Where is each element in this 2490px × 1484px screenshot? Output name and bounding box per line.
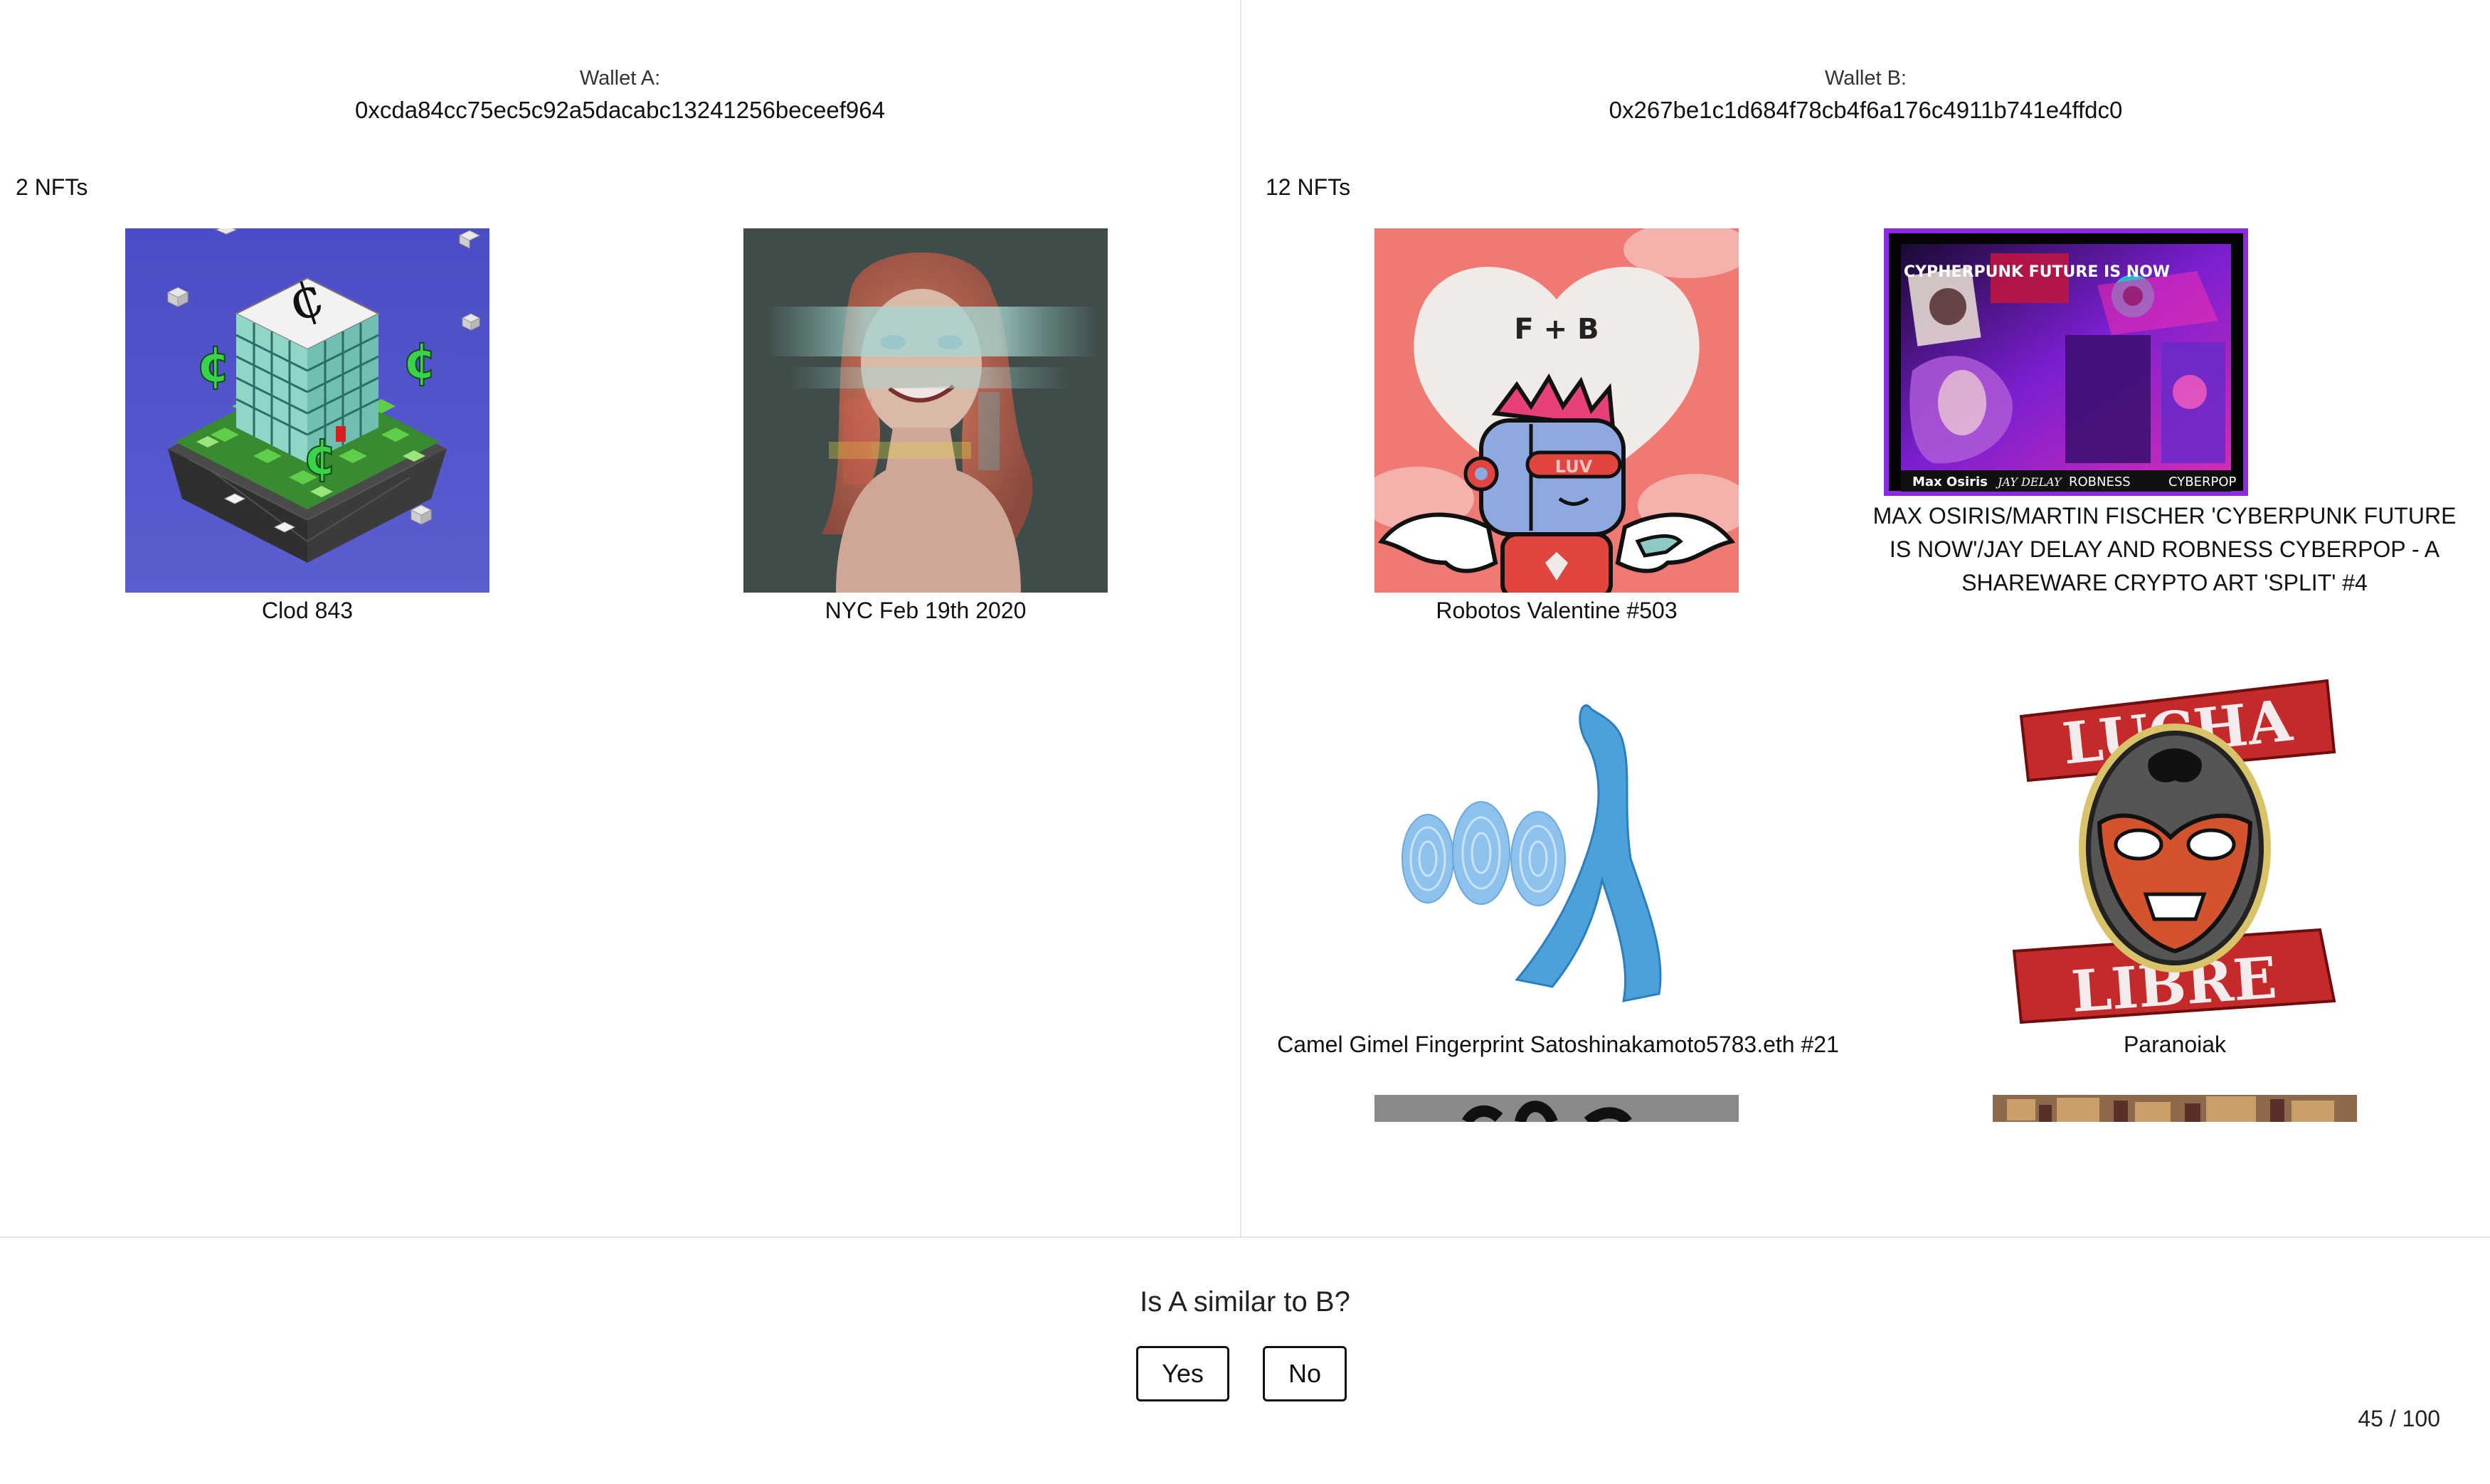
- nft-image-robotos: F + B LUV: [1374, 228, 1739, 593]
- nft-image-fingerprint: [1374, 667, 1739, 1031]
- wallet-b-nft-count: 12 NFTs: [1266, 174, 1351, 200]
- svg-text:¢: ¢: [303, 428, 338, 486]
- similarity-prompt: Is A similar to B? Yes No 45 / 100: [0, 1238, 2490, 1484]
- progress-counter: 45 / 100: [2358, 1406, 2440, 1431]
- nft-image-partial-1: [1374, 1095, 1739, 1122]
- nft-caption: MAX OSIRIS/MARTIN FISCHER 'CYBERPUNK FUT…: [1872, 503, 2457, 595]
- cyberpunk-credit-delay: JAY DELAY: [1996, 475, 2062, 489]
- wallet-b-header: Wallet B: 0x267be1c1d684f78cb4f6a176c491…: [1241, 64, 2490, 128]
- wallet-panels: Wallet A: 0xcda84cc75ec5c92a5dacabc13241…: [0, 0, 2490, 1238]
- nft-image-cyberpunk: CYPHERPUNK FUTURE IS NOW Max Osiris JAY …: [1884, 228, 2248, 496]
- nft-caption: Robotos Valentine #503: [1436, 598, 1678, 623]
- yes-button[interactable]: Yes: [1136, 1346, 1229, 1401]
- no-button[interactable]: No: [1263, 1346, 1347, 1401]
- cyberpunk-headline: CYPHERPUNK FUTURE IS NOW: [1904, 263, 2170, 281]
- wallet-a-header: Wallet A: 0xcda84cc75ec5c92a5dacabc13241…: [0, 64, 1240, 128]
- wallet-b-address: 0x267be1c1d684f78cb4f6a176c4911b741e4ffd…: [1609, 97, 2123, 123]
- nft-caption: Clod 843: [261, 598, 354, 623]
- wallet-a-panel[interactable]: Wallet A: 0xcda84cc75ec5c92a5dacabc13241…: [0, 0, 1241, 1236]
- svg-text:¢: ¢: [403, 332, 438, 390]
- robotos-fb-text: F + B: [1514, 313, 1599, 346]
- nft-caption: NYC Feb 19th 2020: [825, 598, 1027, 623]
- cyberpunk-credit-cyberpop: CYBERPOP: [2168, 475, 2236, 489]
- nft-image-nyc: [743, 228, 1108, 593]
- cyberpunk-credit-robness: ROBNESS: [2069, 475, 2131, 489]
- wallet-a-address: 0xcda84cc75ec5c92a5dacabc13241256beceef9…: [355, 97, 885, 123]
- nft-image-lucha: LUCHA LIBRE: [1993, 667, 2357, 1031]
- wallet-a-nft-count: 2 NFTs: [16, 174, 88, 200]
- wallet-b-label: Wallet B:: [1825, 67, 1907, 90]
- wallet-b-panel[interactable]: Wallet B: 0x267be1c1d684f78cb4f6a176c491…: [1241, 0, 2490, 1236]
- nft-image-clod: ¢ ¢ ¢ ¢: [125, 228, 489, 593]
- robotos-luv-text: LUV: [1555, 457, 1593, 477]
- nft-caption: Paranoiak: [2123, 1032, 2227, 1057]
- comparison-app: Wallet A: 0xcda84cc75ec5c92a5dacabc13241…: [0, 0, 2490, 1484]
- wallet-a-label: Wallet A:: [579, 67, 661, 90]
- cyberpunk-credit-osiris: Max Osiris: [1912, 475, 1988, 489]
- svg-text:¢: ¢: [196, 335, 231, 393]
- nft-caption: Camel Gimel Fingerprint Satoshinakamoto5…: [1277, 1032, 1839, 1057]
- nft-image-partial-2: [1993, 1095, 2357, 1122]
- question-text: Is A similar to B?: [1140, 1286, 1350, 1318]
